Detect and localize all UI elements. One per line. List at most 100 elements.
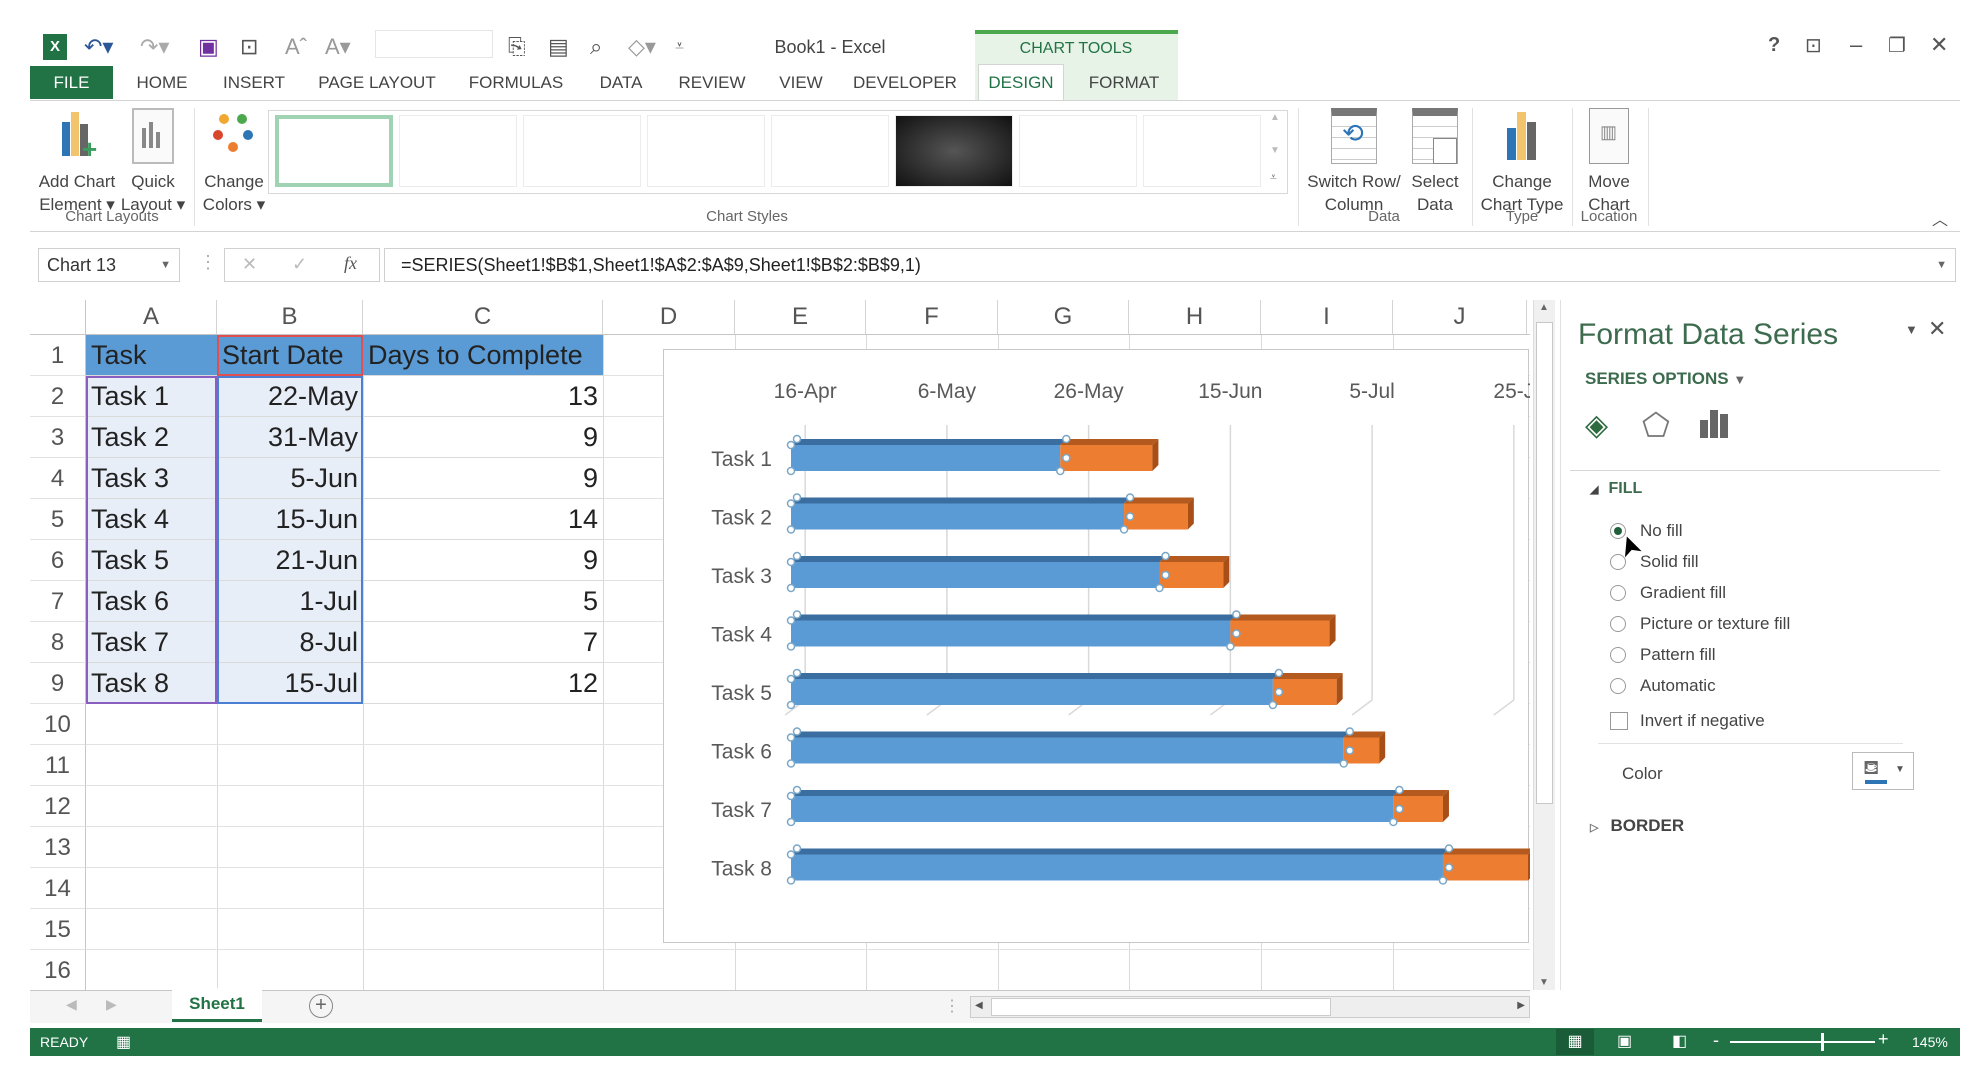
table-cell[interactable]: 9 <box>363 540 604 581</box>
column-header-I[interactable]: I <box>1261 300 1393 334</box>
row-header-12[interactable]: 12 <box>30 786 86 827</box>
fill-option-gradient-fill[interactable]: Gradient fill <box>1610 580 1726 606</box>
page-break-view-button[interactable]: ◧ <box>1672 1031 1687 1051</box>
pane-close-button[interactable]: ✕ <box>1928 316 1946 342</box>
scroll-left-arrow[interactable]: ◀ <box>975 1000 983 1011</box>
effects-tab-icon[interactable]: ⬠ <box>1642 406 1670 444</box>
series-options-tab-icon[interactable] <box>1700 410 1730 438</box>
chart-style-8[interactable] <box>1143 115 1261 187</box>
customize-qat-icon[interactable]: ⩡ <box>675 38 684 56</box>
fill-option-picture-or-texture-fill[interactable]: Picture or texture fill <box>1610 611 1790 637</box>
column-header-F[interactable]: F <box>866 300 998 334</box>
next-sheet-button[interactable]: ▶ <box>106 996 117 1013</box>
move-chart-button[interactable]: ▥ Move Chart <box>1574 108 1644 216</box>
fill-section-header[interactable]: ◢ FILL <box>1590 480 1642 498</box>
column-header-D[interactable]: D <box>603 300 735 334</box>
scroll-right-arrow[interactable]: ▶ <box>1517 1000 1525 1011</box>
page-layout-view-button[interactable]: ▣ <box>1617 1031 1632 1051</box>
table-cell[interactable]: 9 <box>363 458 604 499</box>
add-chart-element-button[interactable]: + Add Chart Element ▾ <box>34 108 120 216</box>
expand-formula-icon[interactable]: ▼ <box>1936 249 1947 281</box>
enter-icon[interactable]: ✓ <box>292 254 307 275</box>
font-grow-icon[interactable]: Aˆ <box>285 34 307 60</box>
tab-format[interactable]: FORMAT <box>1089 66 1160 99</box>
select-all-corner[interactable] <box>30 300 86 334</box>
header-cell[interactable]: Task <box>86 335 218 376</box>
normal-view-button[interactable]: ▦ <box>1556 1029 1594 1055</box>
series-options-dropdown[interactable]: SERIES OPTIONS ▼ <box>1585 369 1746 389</box>
select-data-button[interactable]: Select Data <box>1403 108 1467 216</box>
row-header-15[interactable]: 15 <box>30 909 86 950</box>
fill-option-automatic[interactable]: Automatic <box>1610 673 1716 699</box>
row-header-10[interactable]: 10 <box>30 704 86 745</box>
row-header-4[interactable]: 4 <box>30 458 86 499</box>
row-header-5[interactable]: 5 <box>30 499 86 540</box>
insert-function-icon[interactable]: fx <box>344 253 357 274</box>
table-cell[interactable]: 13 <box>363 376 604 417</box>
help-button[interactable]: ? <box>1768 34 1780 57</box>
name-box[interactable]: Chart 13 ▼ <box>38 248 180 282</box>
table-cell[interactable]: 5 <box>363 581 604 622</box>
row-header-2[interactable]: 2 <box>30 376 86 417</box>
prev-sheet-button[interactable]: ◀ <box>66 996 77 1013</box>
table-cell[interactable]: 14 <box>363 499 604 540</box>
tab-data[interactable]: DATA <box>600 66 643 99</box>
zoom-out-button[interactable]: - <box>1713 1030 1719 1051</box>
quick-layout-button[interactable]: Quick Layout ▾ <box>110 108 196 216</box>
scroll-down-arrow[interactable]: ▼ <box>1539 977 1549 988</box>
close-button[interactable]: ✕ <box>1930 32 1948 58</box>
row-header-16[interactable]: 16 <box>30 950 86 991</box>
tab-home[interactable]: HOME <box>137 66 188 99</box>
minimize-button[interactable]: – <box>1850 32 1862 58</box>
fill-option-pattern-fill[interactable]: Pattern fill <box>1610 642 1716 668</box>
gallery-scroll-down[interactable]: ▼ <box>1270 145 1280 156</box>
invert-if-negative-checkbox[interactable]: Invert if negative <box>1610 708 1765 734</box>
zoom-level[interactable]: 145% <box>1912 1034 1948 1050</box>
column-header-H[interactable]: H <box>1129 300 1261 334</box>
formula-input[interactable]: =SERIES(Sheet1!$B$1,Sheet1!$A$2:$A$9,She… <box>384 248 1956 282</box>
column-header-G[interactable]: G <box>998 300 1129 334</box>
row-header-1[interactable]: 1 <box>30 335 86 376</box>
change-chart-type-button[interactable]: Change Chart Type <box>1474 108 1570 216</box>
column-header-B[interactable]: B <box>217 300 363 334</box>
scroll-up-arrow[interactable]: ▲ <box>1539 302 1549 313</box>
checkbox[interactable] <box>1610 712 1628 730</box>
fill-line-tab-icon[interactable]: ◈ <box>1585 408 1608 443</box>
restore-button[interactable]: ❐ <box>1888 33 1906 58</box>
font-color-icon[interactable]: A▾ <box>325 34 351 60</box>
radio-button[interactable] <box>1610 678 1626 694</box>
change-colors-button[interactable]: Change Colors ▾ <box>191 108 277 216</box>
row-header-14[interactable]: 14 <box>30 868 86 909</box>
row-header-9[interactable]: 9 <box>30 663 86 704</box>
tab-view[interactable]: VIEW <box>779 66 822 99</box>
sheet-tab-sheet1[interactable]: Sheet1 <box>172 988 262 1022</box>
form-icon[interactable]: ▤ <box>548 34 569 60</box>
row-header-7[interactable]: 7 <box>30 581 86 622</box>
tab-developer[interactable]: DEVELOPER <box>853 66 957 99</box>
chevron-down-icon[interactable]: ▼ <box>160 249 171 281</box>
horizontal-scrollbar[interactable]: ◀ ▶ <box>970 996 1530 1018</box>
screen-icon[interactable]: ⊡ <box>240 34 258 60</box>
scroll-thumb[interactable] <box>1536 322 1553 804</box>
radio-button[interactable] <box>1610 647 1626 663</box>
zoom-slider[interactable] <box>1730 1033 1875 1051</box>
attach-icon[interactable]: ⎘ <box>508 34 526 60</box>
row-header-11[interactable]: 11 <box>30 745 86 786</box>
chart-style-3[interactable] <box>523 115 641 187</box>
gallery-more[interactable]: ⩡ <box>1270 170 1277 185</box>
redo-icon[interactable]: ↷▾ <box>140 34 169 60</box>
font-size-combo[interactable] <box>375 30 493 58</box>
zoom-in-button[interactable]: + <box>1878 1029 1889 1050</box>
tab-review[interactable]: REVIEW <box>678 66 745 99</box>
column-header-A[interactable]: A <box>86 300 217 334</box>
table-cell[interactable]: 9 <box>363 417 604 458</box>
chart-style-7[interactable] <box>1019 115 1137 187</box>
tab-file[interactable]: FILE <box>30 66 113 99</box>
border-section-header[interactable]: ▷ BORDER <box>1590 816 1684 836</box>
table-cell[interactable]: 7 <box>363 622 604 663</box>
pane-options-dropdown[interactable]: ▼ <box>1905 322 1918 337</box>
fill-color-button[interactable]: ⛾ ▼ <box>1852 752 1914 790</box>
column-header-E[interactable]: E <box>735 300 866 334</box>
zoom-slider-thumb[interactable] <box>1820 1033 1824 1051</box>
chart-styles-gallery[interactable] <box>268 110 1288 194</box>
